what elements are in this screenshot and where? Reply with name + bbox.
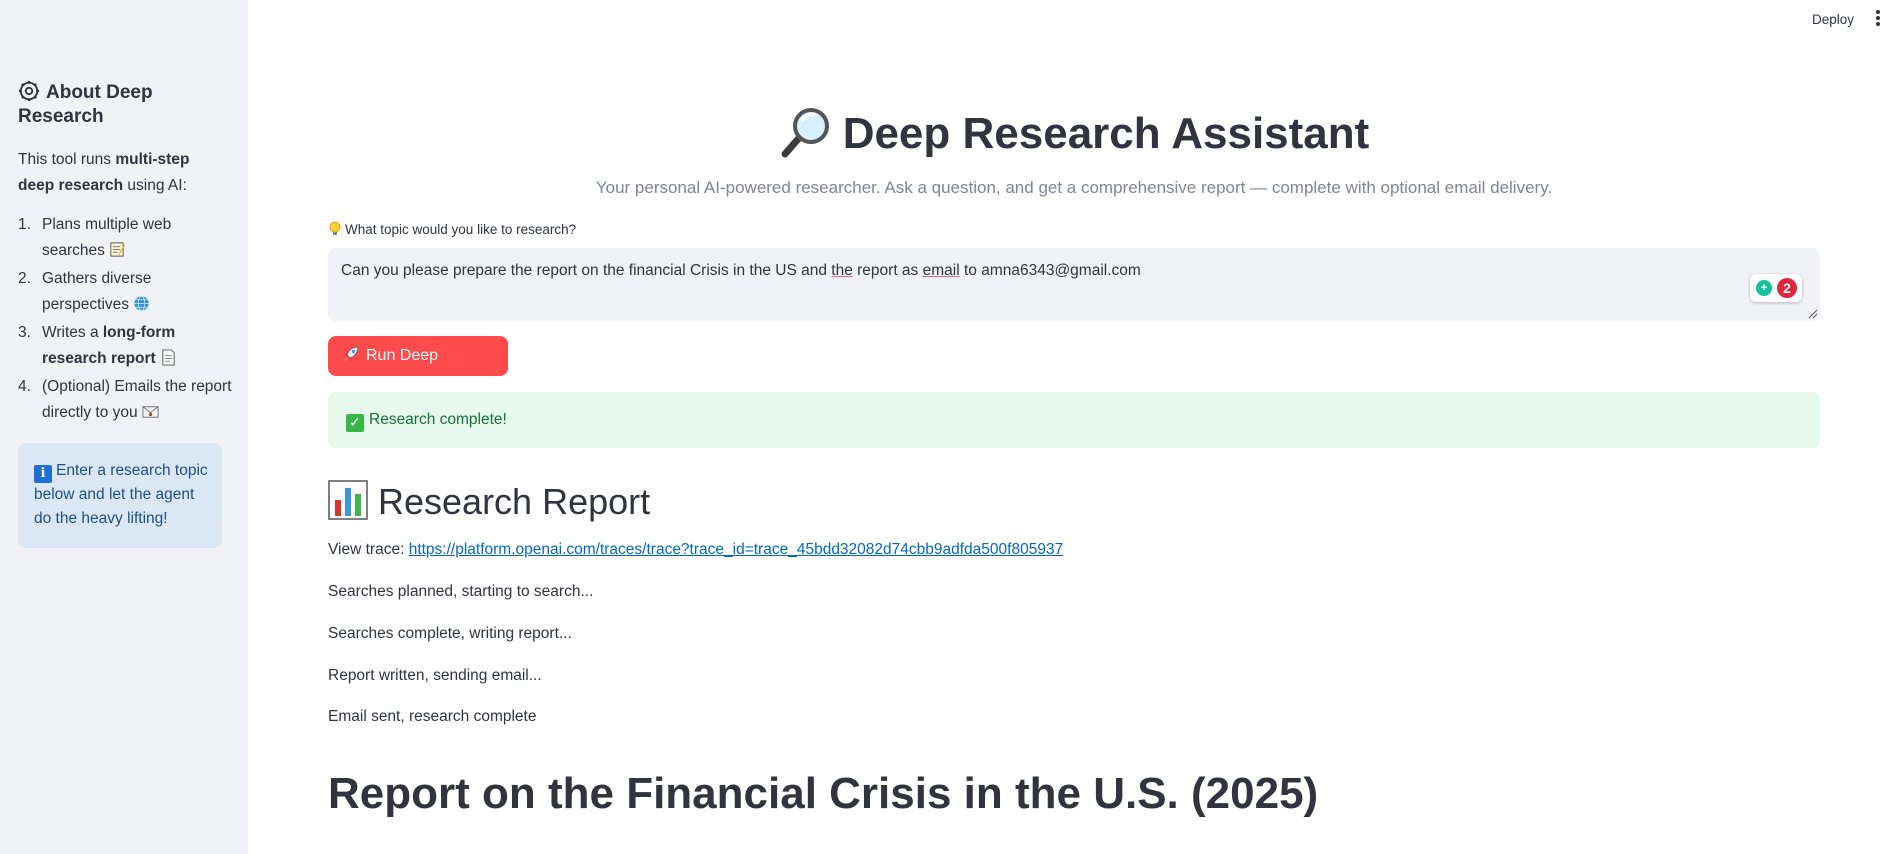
envelope-icon [142,406,159,418]
step-number: 2. [18,270,31,287]
grammarly-count-badge: 2 [1777,278,1797,298]
sidebar-steps-list: 1. Plans multiple web searches 2. Gather… [18,212,232,428]
query-text-flagged: the [831,262,853,279]
query-text-part: Can you please prepare the report on the… [341,262,832,279]
sidebar-title: About Deep Research [18,80,228,129]
info-text: Enter a research topic below and let the… [34,462,208,527]
page-subtitle: Your personal AI-powered researcher. Ask… [595,178,1553,197]
kebab-menu-icon[interactable] [1874,10,1882,30]
sidebar-info-box: i Enter a research topic below and let th… [18,443,222,548]
query-label: What topic would you like to research? [328,221,576,237]
report-heading: Research Report [328,478,650,526]
list-item: 4. (Optional) Emails the report directly… [18,374,232,426]
intro-suffix: using AI: [123,177,187,194]
lightbulb-icon [329,221,341,235]
bar-chart-icon [328,480,368,520]
step-text: (Optional) Emails the report directly to… [42,378,232,421]
status-log-line: Searches complete, writing report... [328,625,572,642]
checkmark-icon: ✓ [346,414,364,432]
report-title: Report on the Financial Crisis in the U.… [328,769,1319,818]
query-textarea[interactable]: Can you please prepare the report on the… [328,248,1820,321]
report-heading-text: Research Report [378,481,651,522]
status-log-line: Email sent, research complete [328,708,537,725]
list-item: 3. Writes a long-form research report [18,320,232,372]
intro-prefix: This tool runs [18,151,116,168]
resize-handle-icon[interactable] [1808,309,1818,319]
step-number: 3. [18,324,31,341]
query-text-part: to amna6343@gmail.com [959,262,1141,279]
success-alert: ✓ Research complete! [328,392,1820,448]
trace-link[interactable]: https://platform.openai.com/traces/trace… [409,541,1063,558]
page-title: Deep Research Assistant [328,104,1820,162]
page-title-text: Deep Research Assistant [842,109,1370,158]
status-log-line: Report written, sending email... [328,667,542,684]
rocket-icon [344,346,359,361]
memo-icon [110,242,125,257]
info-icon: i [34,465,52,483]
grammarly-widget[interactable]: + 2 [1750,274,1802,302]
step-text: Writes a [42,324,103,341]
magnifier-icon [781,108,829,158]
trace-label: View trace: [328,541,409,558]
sidebar-intro: This tool runs multi-step deep research … [18,147,228,199]
step-text: Plans multiple web searches [42,216,172,259]
trace-line: View trace: https://platform.openai.com/… [328,541,1063,559]
success-text: Research complete! [369,411,507,428]
gear-icon [18,80,40,102]
globe-icon [134,295,149,312]
query-label-text: What topic would you like to research? [345,222,577,237]
main-content: Deep Research Assistant Your personal AI… [328,0,1820,854]
list-item: 1. Plans multiple web searches [18,212,232,264]
query-text-part: report as [852,262,923,279]
query-text-flagged: email [922,262,960,279]
step-number: 4. [18,378,31,395]
run-deep-research-button[interactable]: Run Deep Research [328,336,508,404]
status-log-line: Searches planned, starting to search... [328,583,594,600]
list-item: 2. Gathers diverse perspectives [18,266,232,318]
sidebar: About Deep Research This tool runs multi… [0,0,248,854]
step-number: 1. [18,216,31,233]
grammarly-icon: + [1756,280,1772,296]
document-icon [162,349,175,366]
